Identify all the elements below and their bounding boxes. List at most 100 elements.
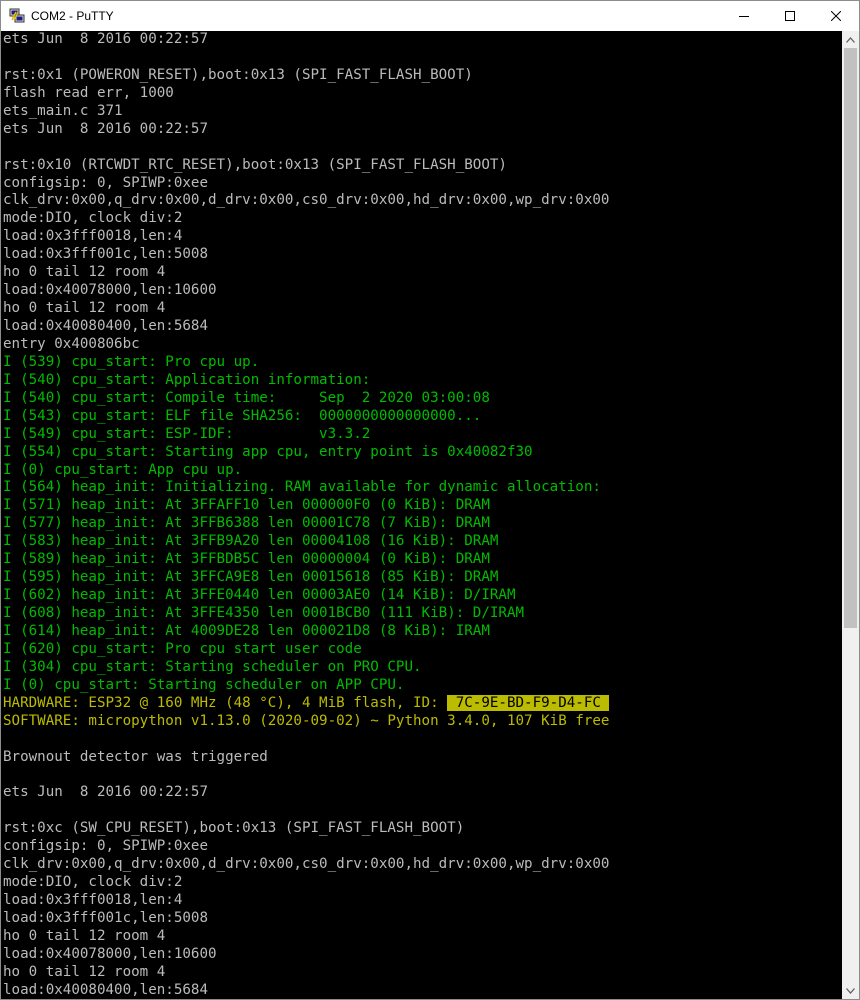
terminal-output[interactable]: ets Jun 8 2016 00:22:57 rst:0x1 (POWERON_… <box>1 31 842 999</box>
terminal-line-text: I (602) heap_init: At 3FFE0440 len 00003… <box>3 587 516 604</box>
chevron-down-icon <box>846 987 855 994</box>
terminal-line: I (595) heap_init: At 3FFCA9E8 len 00015… <box>3 569 842 587</box>
putty-icon[interactable] <box>9 8 25 24</box>
terminal-line-text: SOFTWARE: micropython v1.13.0 (2020-09-0… <box>3 712 610 729</box>
scrollbar-thumb[interactable] <box>844 48 857 628</box>
terminal-line-text: I (554) cpu_start: Starting app cpu, ent… <box>3 443 533 460</box>
terminal-line-text: load:0x3fff0018,len:4 <box>3 228 183 245</box>
terminal-line: I (304) cpu_start: Starting scheduler on… <box>3 659 842 677</box>
terminal-line: I (608) heap_init: At 3FFE4350 len 0001B… <box>3 605 842 623</box>
terminal-line: rst:0xc (SW_CPU_RESET),boot:0x13 (SPI_FA… <box>3 820 842 838</box>
terminal-line: SOFTWARE: micropython v1.13.0 (2020-09-0… <box>3 713 842 731</box>
maximize-button[interactable] <box>767 1 813 31</box>
close-button[interactable] <box>813 1 859 31</box>
terminal-line: load:0x3fff0018,len:4 <box>3 892 842 910</box>
terminal-line: load:0x40080400,len:5684 <box>3 982 842 999</box>
terminal-line-text: rst:0x10 (RTCWDT_RTC_RESET),boot:0x13 (S… <box>3 156 507 173</box>
putty-window: COM2 - PuTTY ets Jun 8 2016 00:22:57 rst:… <box>0 0 860 1000</box>
terminal-line-text: I (539) cpu_start: Pro cpu up. <box>3 353 260 370</box>
terminal-line-text: clk_drv:0x00,q_drv:0x00,d_drv:0x00,cs0_d… <box>3 856 610 873</box>
terminal-line: I (539) cpu_start: Pro cpu up. <box>3 354 842 372</box>
terminal-line-text: I (549) cpu_start: ESP-IDF: v3.3.2 <box>3 425 371 442</box>
window-title: COM2 - PuTTY <box>31 9 114 23</box>
terminal-line-text: ho 0 tail 12 room 4 <box>3 963 166 980</box>
vertical-scrollbar[interactable] <box>842 31 859 999</box>
terminal-line: load:0x3fff001c,len:5008 <box>3 246 842 264</box>
terminal-line: I (577) heap_init: At 3FFB6388 len 00001… <box>3 515 842 533</box>
terminal-line-text: load:0x40080400,len:5684 <box>3 981 208 998</box>
terminal-line: rst:0x1 (POWERON_RESET),boot:0x13 (SPI_F… <box>3 67 842 85</box>
terminal-line: I (583) heap_init: At 3FFB9A20 len 00004… <box>3 533 842 551</box>
terminal-line-text: configsip: 0, SPIWP:0xee <box>3 174 208 191</box>
terminal-line-text: load:0x3fff001c,len:5008 <box>3 909 208 926</box>
scroll-down-button[interactable] <box>842 982 859 999</box>
terminal-line: I (540) cpu_start: Compile time: Sep 2 2… <box>3 390 842 408</box>
terminal-line: HARDWARE: ESP32 @ 160 MHz (48 °C), 4 MiB… <box>3 694 842 713</box>
terminal-line: ho 0 tail 12 room 4 <box>3 300 842 318</box>
terminal-line: load:0x40078000,len:10600 <box>3 282 842 300</box>
terminal-line: I (620) cpu_start: Pro cpu start user co… <box>3 641 842 659</box>
terminal-line: I (0) cpu_start: App cpu up. <box>3 462 842 480</box>
device-id-highlight: 7C-9E-BD-F9-D4-FC <box>447 694 610 711</box>
terminal-line: clk_drv:0x00,q_drv:0x00,d_drv:0x00,cs0_d… <box>3 192 842 210</box>
terminal-line: load:0x3fff001c,len:5008 <box>3 910 842 928</box>
terminal-lines: ets Jun 8 2016 00:22:57 rst:0x1 (POWERON_… <box>1 31 842 999</box>
terminal-line-text: I (620) cpu_start: Pro cpu start user co… <box>3 640 362 657</box>
terminal-line-text: ets_main.c 371 <box>3 102 123 119</box>
terminal-line-text: ets Jun 8 2016 00:22:57 <box>3 31 208 47</box>
terminal-line-text: configsip: 0, SPIWP:0xee <box>3 838 208 855</box>
terminal-line: mode:DIO, clock div:2 <box>3 874 842 892</box>
minimize-button[interactable] <box>721 1 767 31</box>
terminal-line: I (614) heap_init: At 4009DE28 len 00002… <box>3 623 842 641</box>
terminal-line-text: I (540) cpu_start: Compile time: Sep 2 2… <box>3 389 490 406</box>
terminal-line-text: ho 0 tail 12 room 4 <box>3 300 166 317</box>
terminal-line: ho 0 tail 12 room 4 <box>3 264 842 282</box>
terminal-line-text: I (0) cpu_start: App cpu up. <box>3 461 243 478</box>
terminal-line-text: ho 0 tail 12 room 4 <box>3 264 166 281</box>
terminal-line: mode:DIO, clock div:2 <box>3 210 842 228</box>
scroll-up-button[interactable] <box>842 31 859 48</box>
terminal-line-text: ho 0 tail 12 room 4 <box>3 927 166 944</box>
close-icon <box>831 11 841 21</box>
terminal-line-text: I (608) heap_init: At 3FFE4350 len 0001B… <box>3 605 525 621</box>
terminal-line-text: ets Jun 8 2016 00:22:57 <box>3 784 208 801</box>
terminal-line: ho 0 tail 12 room 4 <box>3 928 842 946</box>
terminal-line-text: Brownout detector was triggered <box>3 748 268 765</box>
terminal-line-text: I (577) heap_init: At 3FFB6388 len 00001… <box>3 515 490 532</box>
terminal-line-text: ets Jun 8 2016 00:22:57 <box>3 120 208 137</box>
terminal-line-text: I (589) heap_init: At 3FFBDB5C len 00000… <box>3 551 490 568</box>
terminal-line: I (571) heap_init: At 3FFAFF10 len 00000… <box>3 497 842 515</box>
chevron-up-icon <box>846 36 855 43</box>
terminal-line-text: mode:DIO, clock div:2 <box>3 874 183 891</box>
terminal-line: Brownout detector was triggered <box>3 749 842 767</box>
terminal-line: I (0) cpu_start: Starting scheduler on A… <box>3 677 842 695</box>
terminal-line-text: load:0x3fff0018,len:4 <box>3 892 183 908</box>
title-bar[interactable]: COM2 - PuTTY <box>1 1 859 31</box>
terminal-line-text: mode:DIO, clock div:2 <box>3 210 183 227</box>
terminal-line-text: flash read err, 1000 <box>3 84 174 101</box>
terminal-line-text: load:0x40078000,len:10600 <box>3 282 217 299</box>
terminal-line: ets_main.c 371 <box>3 103 842 121</box>
terminal-line-text: entry 0x400806bc <box>3 335 140 352</box>
terminal-line: ets Jun 8 2016 00:22:57 <box>3 31 842 49</box>
terminal-line-text: I (564) heap_init: Initializing. RAM ava… <box>3 479 601 496</box>
terminal-line-text: I (540) cpu_start: Application informati… <box>3 371 371 388</box>
terminal-line: I (543) cpu_start: ELF file SHA256: 0000… <box>3 408 842 426</box>
terminal-line-text: I (304) cpu_start: Starting scheduler on… <box>3 658 422 675</box>
terminal-line: load:0x3fff0018,len:4 <box>3 228 842 246</box>
terminal-line-text: rst:0x1 (POWERON_RESET),boot:0x13 (SPI_F… <box>3 66 473 83</box>
terminal-line: ets Jun 8 2016 00:22:57 <box>3 784 842 802</box>
terminal-line-text: load:0x40080400,len:5684 <box>3 318 208 334</box>
terminal-line: I (564) heap_init: Initializing. RAM ava… <box>3 479 842 497</box>
terminal-line-text: load:0x3fff001c,len:5008 <box>3 246 208 263</box>
terminal-line: load:0x40080400,len:5684 <box>3 318 842 336</box>
terminal-line: I (554) cpu_start: Starting app cpu, ent… <box>3 444 842 462</box>
terminal-line-text: HARDWARE: ESP32 @ 160 MHz (48 °C), 4 MiB… <box>3 694 448 711</box>
terminal-line: configsip: 0, SPIWP:0xee <box>3 838 842 856</box>
terminal-line: I (589) heap_init: At 3FFBDB5C len 00000… <box>3 551 842 569</box>
terminal-line: flash read err, 1000 <box>3 85 842 103</box>
terminal-line-text: I (614) heap_init: At 4009DE28 len 00002… <box>3 622 490 639</box>
terminal-line-text: clk_drv:0x00,q_drv:0x00,d_drv:0x00,cs0_d… <box>3 192 610 209</box>
